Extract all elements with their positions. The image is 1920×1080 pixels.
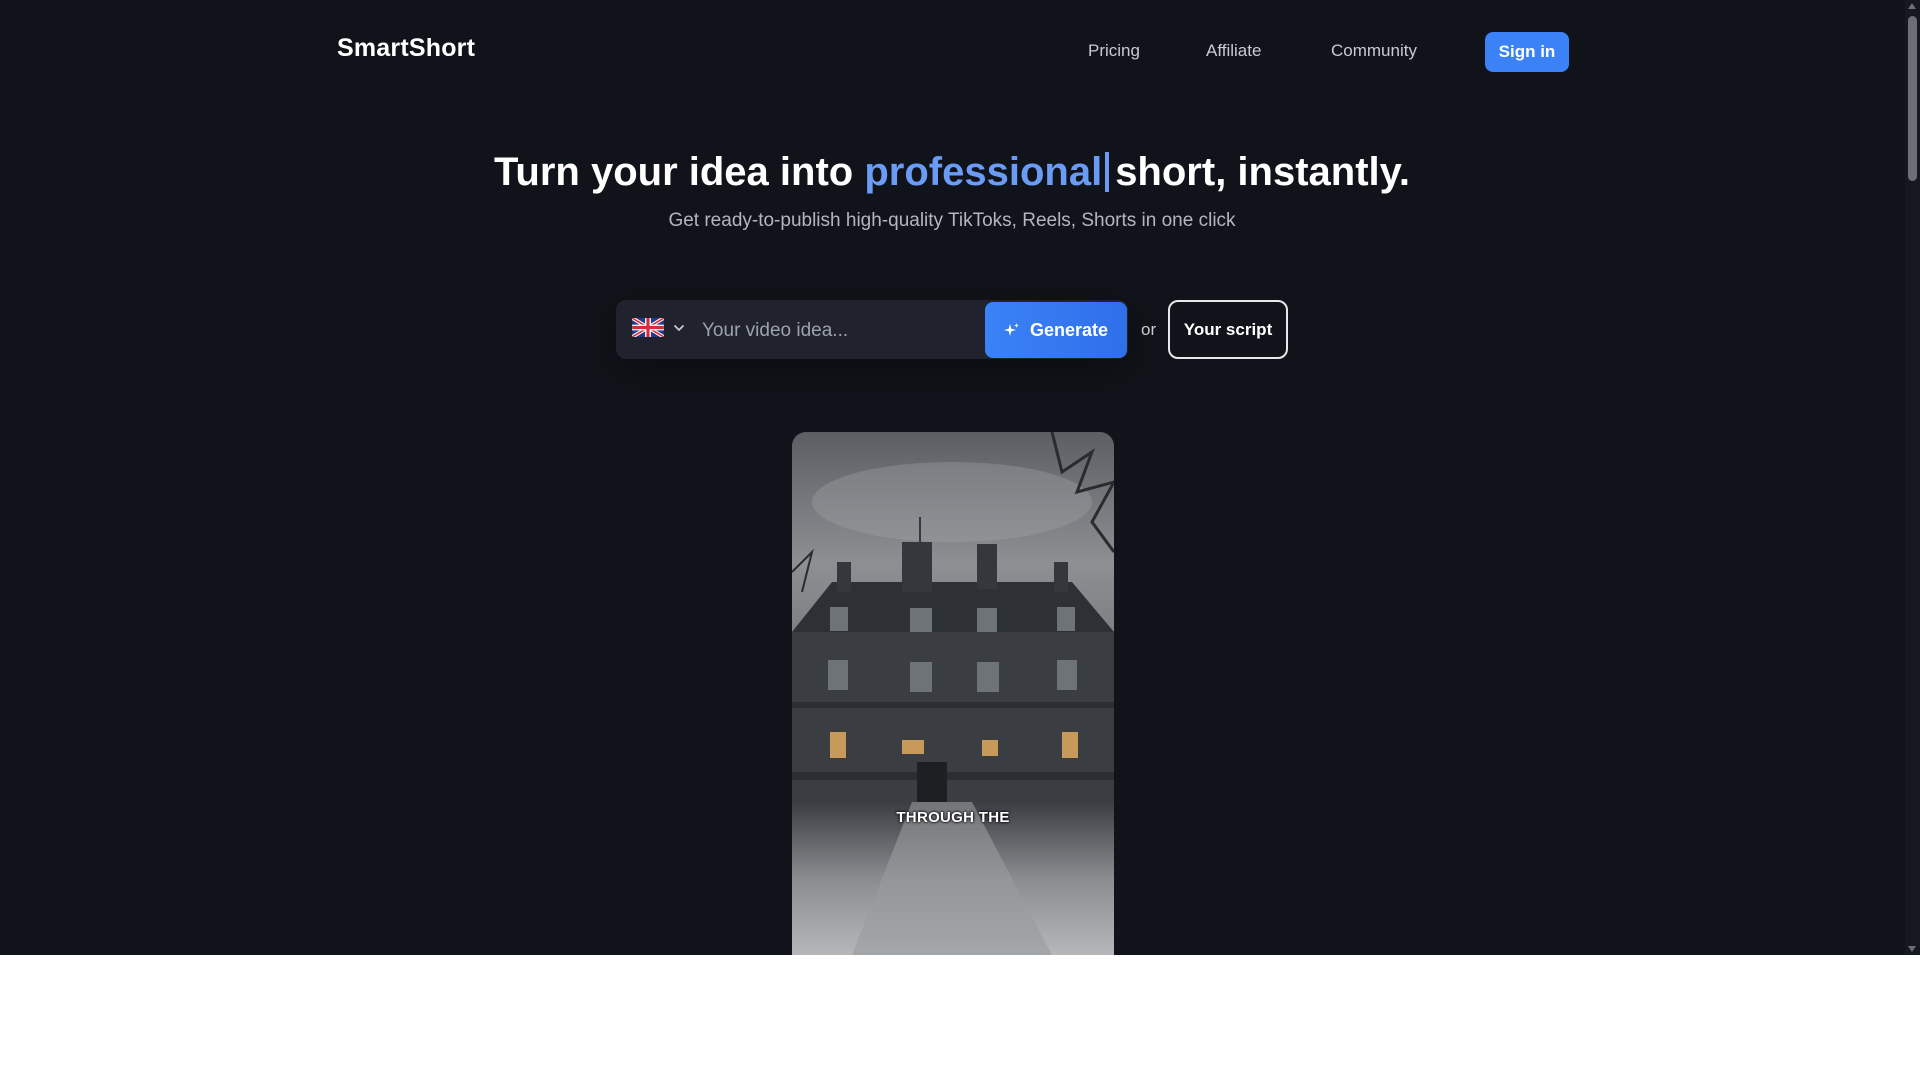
haunted-mansion-image: [792, 432, 1114, 955]
nav-link-pricing[interactable]: Pricing: [1088, 41, 1140, 61]
video-idea-input[interactable]: [700, 312, 1004, 350]
sparkles-icon: [1003, 323, 1019, 336]
scroll-down-icon[interactable]: [1908, 946, 1916, 952]
nav-link-affiliate[interactable]: Affiliate: [1206, 41, 1261, 61]
uk-flag-icon: [632, 318, 664, 337]
hero-title-start: Turn your idea into: [493, 150, 854, 194]
generate-label: Generate: [1029, 319, 1109, 340]
sign-in-button[interactable]: Sign in: [1485, 32, 1569, 72]
hero-title-end: short, instantly.: [1115, 150, 1411, 194]
hero-title-highlight: professional: [864, 150, 1103, 194]
video-caption: THROUGH THE: [896, 809, 1010, 826]
scrollbar[interactable]: [1905, 0, 1920, 955]
language-selector[interactable]: [632, 318, 686, 337]
hero-title: Turn your idea into professional short, i…: [0, 146, 1904, 198]
generate-button[interactable]: Generate: [985, 302, 1127, 358]
chevron-down-icon: [674, 324, 684, 331]
scroll-up-icon[interactable]: [1908, 3, 1916, 9]
typing-cursor: [1105, 152, 1110, 192]
your-script-button[interactable]: Your script: [1168, 300, 1288, 359]
video-preview[interactable]: THROUGH THE: [792, 432, 1114, 955]
page-viewport: SmartShort Pricing Affiliate Community S…: [0, 0, 1920, 955]
hero-subtitle: Get ready-to-publish high-quality TikTok…: [668, 210, 1236, 231]
nav-link-community[interactable]: Community: [1331, 41, 1417, 61]
or-separator: or: [1141, 320, 1157, 339]
scrollbar-thumb[interactable]: [1908, 16, 1917, 181]
brand-logo[interactable]: SmartShort: [337, 34, 475, 63]
